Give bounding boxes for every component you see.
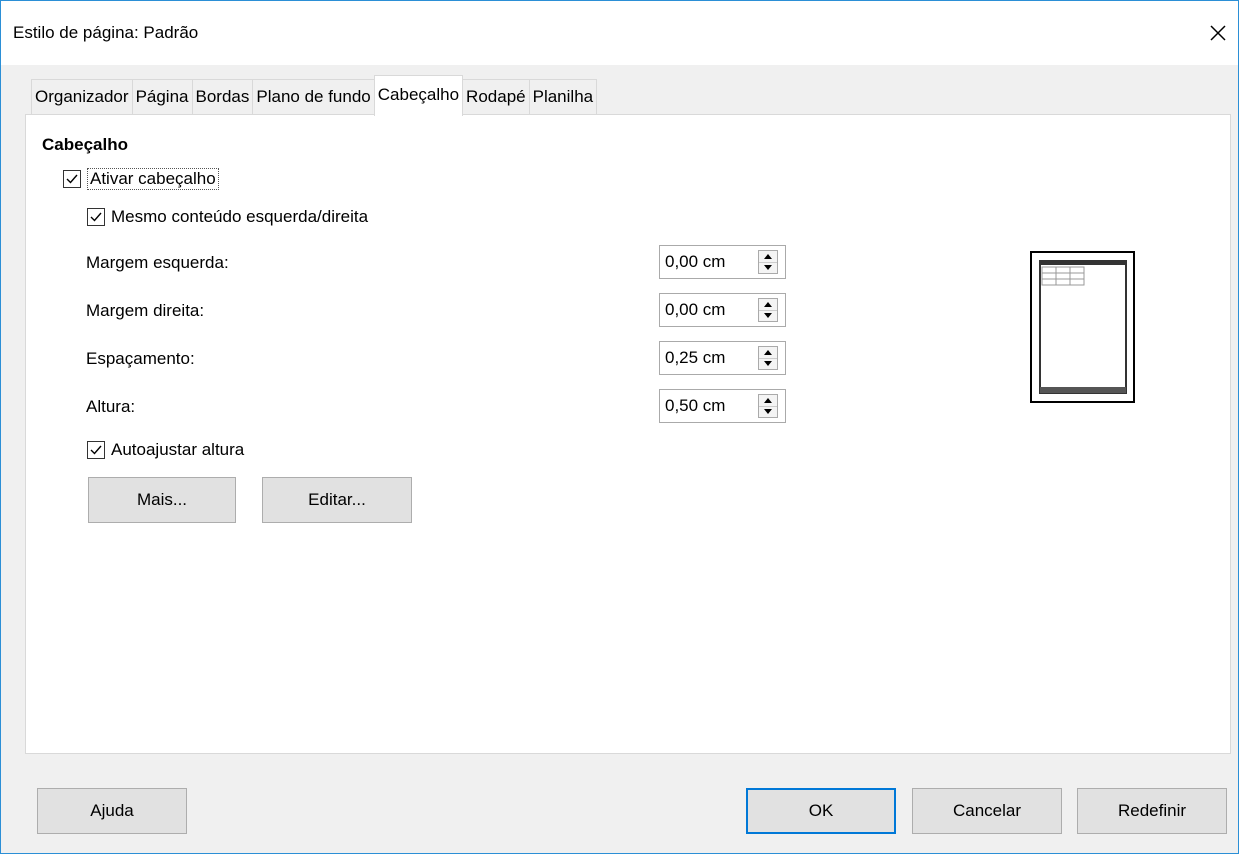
autofit-height-label: Autoajustar altura (111, 440, 245, 459)
ok-button[interactable]: OK (746, 788, 896, 834)
checkmark-icon (66, 174, 78, 184)
left-margin-value[interactable]: 0,00 cm (660, 252, 758, 272)
right-margin-label: Margem direita: (86, 301, 205, 320)
section-title: Cabeçalho (42, 135, 128, 154)
tab-page[interactable]: Página (131, 79, 192, 115)
arrow-up-icon (764, 397, 772, 403)
arrow-down-icon (764, 265, 772, 271)
spin-up-button[interactable] (759, 251, 777, 263)
checkmark-icon (90, 445, 102, 455)
cancel-button[interactable]: Cancelar (912, 788, 1062, 834)
arrow-down-icon (764, 409, 772, 415)
more-button[interactable]: Mais... (88, 477, 236, 523)
page-preview (1030, 251, 1135, 403)
checkmark-icon (90, 212, 102, 222)
spin-buttons (758, 298, 778, 322)
help-button[interactable]: Ajuda (37, 788, 187, 834)
left-margin-spinbox[interactable]: 0,00 cm (659, 245, 786, 279)
spin-up-button[interactable] (759, 299, 777, 311)
dialog-window: Estilo de página: Padrão Organizador Pág… (0, 0, 1239, 854)
arrow-up-icon (764, 301, 772, 307)
checkbox-box[interactable] (63, 170, 81, 188)
autofit-height-checkbox[interactable]: Autoajustar altura (87, 440, 244, 460)
spin-up-button[interactable] (759, 395, 777, 407)
edit-button[interactable]: Editar... (262, 477, 412, 523)
close-button[interactable] (1198, 13, 1238, 53)
left-margin-label: Margem esquerda: (86, 253, 229, 272)
spacing-spinbox[interactable]: 0,25 cm (659, 341, 786, 375)
arrow-up-icon (764, 349, 772, 355)
spin-buttons (758, 346, 778, 370)
tab-panel-header: Cabeçalho Ativar cabeçalho Mesmo conteúd… (25, 114, 1231, 754)
tab-footer[interactable]: Rodapé (463, 79, 529, 115)
tab-header[interactable]: Cabeçalho (373, 75, 464, 116)
tab-borders[interactable]: Bordas (191, 79, 253, 115)
right-margin-spinbox[interactable]: 0,00 cm (659, 293, 786, 327)
spin-buttons (758, 394, 778, 418)
height-label: Altura: (86, 397, 136, 416)
height-value[interactable]: 0,50 cm (660, 396, 758, 416)
spin-down-button[interactable] (759, 359, 777, 370)
same-content-label: Mesmo conteúdo esquerda/direita (111, 207, 369, 226)
same-content-checkbox[interactable]: Mesmo conteúdo esquerda/direita (87, 207, 368, 227)
checkbox-box[interactable] (87, 208, 105, 226)
tab-background[interactable]: Plano de fundo (252, 79, 374, 115)
window-title: Estilo de página: Padrão (13, 23, 199, 42)
tab-organizer[interactable]: Organizador (31, 79, 132, 115)
close-icon (1210, 25, 1226, 41)
enable-header-label: Ativar cabeçalho (87, 168, 219, 190)
title-bar: Estilo de página: Padrão (1, 1, 1238, 65)
page-preview-graphic (1039, 260, 1127, 394)
spacing-value[interactable]: 0,25 cm (660, 348, 758, 368)
height-spinbox[interactable]: 0,50 cm (659, 389, 786, 423)
spin-up-button[interactable] (759, 347, 777, 359)
right-margin-value[interactable]: 0,00 cm (660, 300, 758, 320)
spin-down-button[interactable] (759, 407, 777, 418)
reset-button[interactable]: Redefinir (1077, 788, 1227, 834)
arrow-down-icon (764, 313, 772, 319)
spin-down-button[interactable] (759, 311, 777, 322)
arrow-down-icon (764, 361, 772, 367)
tab-sheet[interactable]: Planilha (528, 79, 598, 115)
tab-bar: Organizador Página Bordas Plano de fundo… (31, 75, 598, 116)
checkbox-box[interactable] (87, 441, 105, 459)
enable-header-checkbox[interactable]: Ativar cabeçalho (63, 168, 219, 190)
spin-down-button[interactable] (759, 263, 777, 274)
spacing-label: Espaçamento: (86, 349, 195, 368)
spin-buttons (758, 250, 778, 274)
arrow-up-icon (764, 253, 772, 259)
